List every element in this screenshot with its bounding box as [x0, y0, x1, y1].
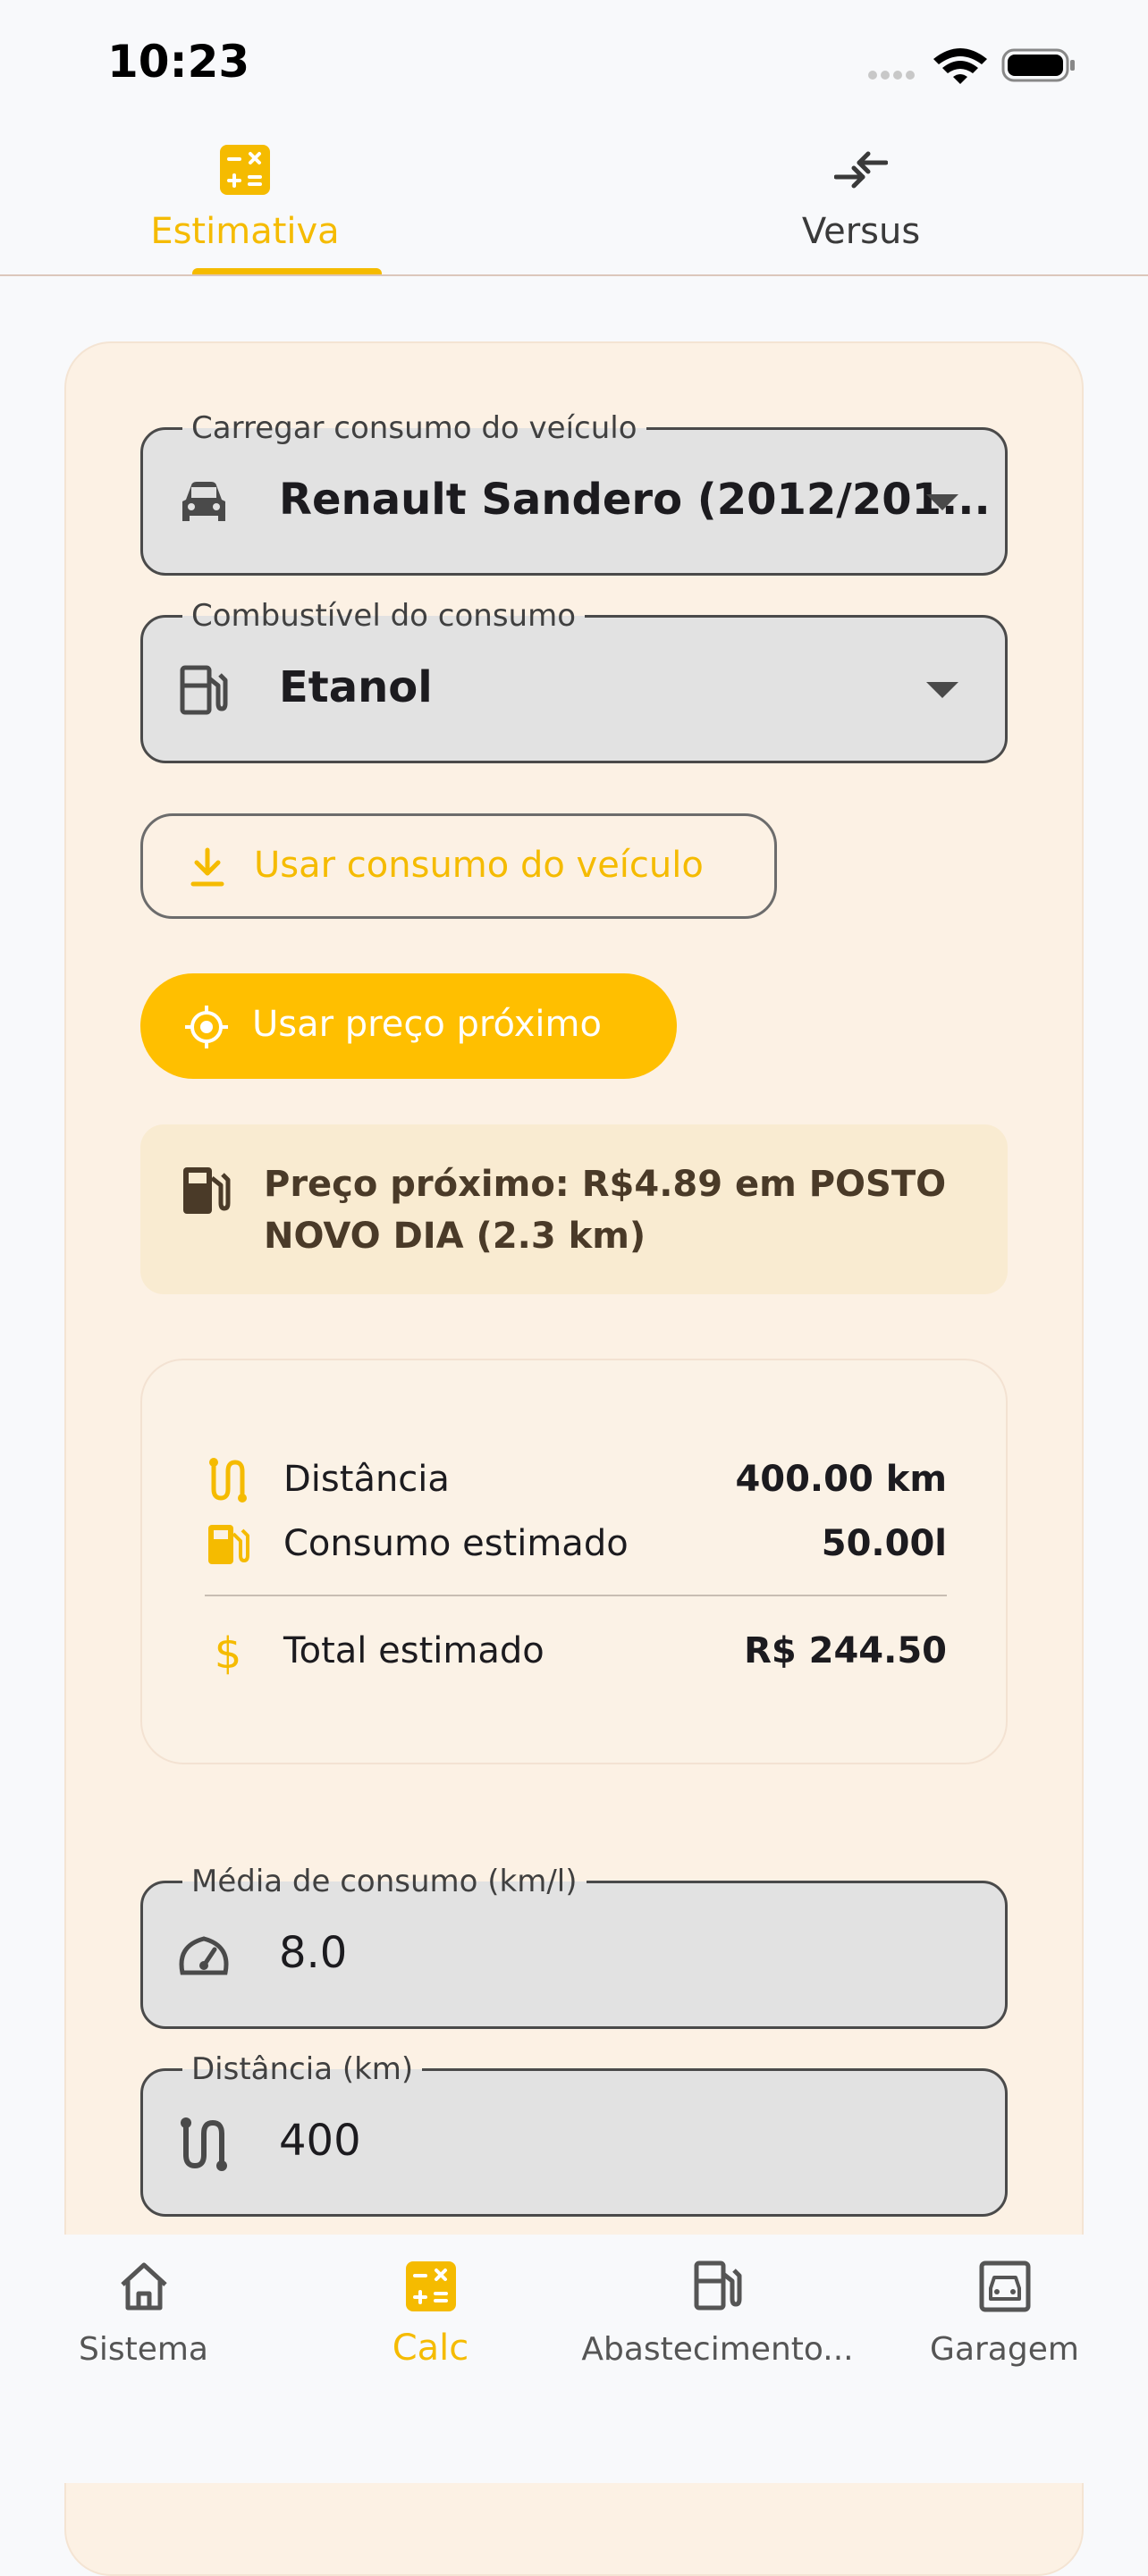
summary-total-row: $ Total estimado R$ 244.50 [205, 1625, 947, 1679]
summary-card: Distância 400.00 km Consumo estimado 50.… [140, 1359, 1008, 1764]
nav-item-abastecimento[interactable]: Abastecimento... [574, 2235, 861, 2413]
distance-input-label: Distância (km) [182, 2051, 423, 2087]
nav-label: Calc [392, 2328, 469, 2369]
status-time: 10:23 [107, 36, 250, 88]
nav-label: Garagem [930, 2331, 1079, 2368]
chevron-down-icon [926, 494, 958, 510]
calculator-icon [402, 2258, 460, 2315]
nearby-price-text: Preço próximo: R$4.89 em POSTO NOVO DIA … [264, 1164, 947, 1257]
fuel-pump-icon [205, 1521, 251, 1568]
nav-label: Sistema [78, 2331, 208, 2368]
tab-label: Estimativa [150, 211, 340, 252]
summary-distance-value: 400.00 km [735, 1459, 947, 1500]
fuel-pump-icon [178, 1162, 235, 1219]
status-icons [867, 43, 1082, 88]
fuel-select-label: Combustível do consumo [182, 598, 585, 634]
summary-divider [205, 1595, 947, 1596]
cellular-signal-icon [868, 71, 915, 80]
nav-label: Abastecimento... [581, 2331, 854, 2368]
nearby-price-info: Preço próximo: R$4.89 em POSTO NOVO DIA … [140, 1124, 1008, 1294]
route-icon [175, 2116, 232, 2173]
vehicle-select[interactable]: Carregar consumo do veículo Renault Sand… [140, 410, 1008, 576]
vehicle-select-value: Renault Sandero (2012/201... [279, 475, 991, 525]
summary-consumption-label: Consumo estimado [283, 1523, 629, 1564]
use-vehicle-consumption-button[interactable]: Usar consumo do veículo [140, 813, 777, 919]
route-icon [205, 1457, 251, 1503]
summary-total-value: R$ 244.50 [744, 1630, 947, 1671]
use-nearby-price-label: Usar preço próximo [252, 1004, 602, 1045]
tab-divider [0, 274, 1148, 276]
nav-item-garagem[interactable]: Garagem [861, 2235, 1148, 2413]
speedometer-icon [175, 1928, 232, 1985]
battery-icon [1001, 48, 1075, 82]
distance-input-value: 400 [279, 2116, 361, 2166]
nav-item-sistema[interactable]: Sistema [0, 2235, 287, 2413]
nav-item-calc[interactable]: Calc [287, 2235, 574, 2413]
garage-icon [976, 2258, 1034, 2315]
average-consumption-label: Média de consumo (km/l) [182, 1864, 587, 1899]
svg-text:$: $ [215, 1629, 242, 1675]
use-nearby-price-button[interactable]: Usar preço próximo [140, 973, 677, 1079]
fuel-select[interactable]: Combustível do consumo Etanol [140, 598, 1008, 763]
fuel-pump-icon [689, 2258, 747, 2315]
tab-versus[interactable]: Versus [754, 134, 968, 277]
car-icon [175, 475, 232, 532]
vehicle-select-label: Carregar consumo do veículo [182, 410, 646, 446]
summary-total-label: Total estimado [283, 1630, 544, 1671]
summary-consumption-row: Consumo estimado 50.00l [205, 1518, 947, 1571]
summary-consumption-value: 50.00l [821, 1523, 947, 1564]
summary-distance-label: Distância [283, 1459, 450, 1500]
fuel-pump-icon [175, 662, 232, 720]
compare-arrows-icon [833, 143, 889, 197]
fuel-select-value: Etanol [279, 662, 433, 712]
use-vehicle-consumption-label: Usar consumo do veículo [254, 845, 704, 886]
distance-input[interactable]: Distância (km) 400 [140, 2051, 1008, 2217]
bottom-navigation: Sistema Calc Abastecimento... Garagem [0, 2235, 1148, 2483]
download-icon [186, 846, 229, 889]
tab-label: Versus [801, 211, 921, 252]
dollar-icon: $ [205, 1629, 251, 1679]
calculator-icon [218, 143, 272, 197]
chevron-down-icon [926, 682, 958, 698]
gps-target-icon [183, 1004, 230, 1050]
average-consumption-value: 8.0 [279, 1928, 348, 1978]
summary-distance-row: Distância 400.00 km [205, 1453, 947, 1507]
home-icon [115, 2258, 173, 2315]
average-consumption-input[interactable]: Média de consumo (km/l) 8.0 [140, 1864, 1008, 2029]
tab-estimativa[interactable]: Estimativa [108, 134, 382, 277]
wifi-icon [933, 48, 987, 84]
